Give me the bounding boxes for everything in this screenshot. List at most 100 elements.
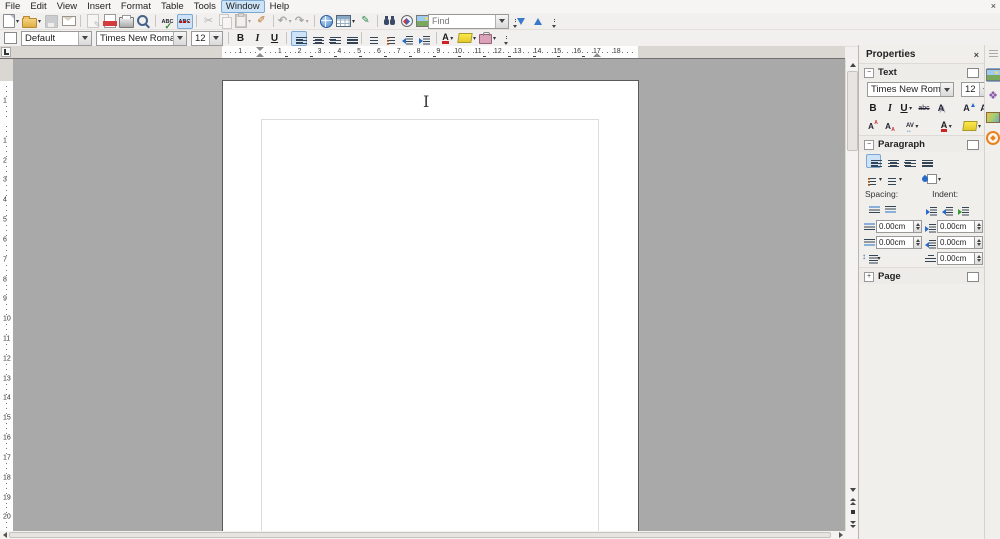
insert-table-button[interactable]: ▾ [335, 14, 357, 29]
vertical-scrollbar[interactable] [845, 59, 859, 531]
menu-edit[interactable]: Edit [25, 0, 51, 13]
menu-file[interactable]: File [0, 0, 25, 13]
print-button[interactable] [119, 14, 135, 29]
page-preview-button[interactable] [136, 14, 152, 29]
chevron-down-icon[interactable]: ▾ [908, 105, 914, 112]
chevron-down-icon[interactable]: ▾ [914, 123, 920, 130]
chevron-down-icon[interactable]: ▾ [898, 176, 904, 183]
text-more-options-button[interactable] [967, 67, 979, 78]
horizontal-scrollbar-thumb[interactable] [9, 532, 831, 538]
increase-indent-button[interactable] [417, 31, 433, 46]
chevron-down-icon[interactable]: ▾ [947, 123, 953, 130]
character-spacing-button[interactable]: AV▾ [906, 119, 921, 134]
text-collapse-box[interactable]: − [864, 67, 874, 78]
stepper-icon[interactable] [974, 236, 983, 249]
chevron-down-icon[interactable] [173, 31, 186, 45]
sb-align-justified-button[interactable] [917, 154, 933, 168]
font-name-combo[interactable]: Times New Roman [96, 30, 187, 46]
stepper-icon[interactable] [913, 220, 922, 233]
left-indent-marker[interactable] [256, 53, 264, 57]
text-section-header[interactable]: − Text [859, 63, 985, 80]
vertical-scrollbar-thumb[interactable] [847, 71, 858, 151]
formatting-toolbar-options-button[interactable] [499, 31, 515, 46]
paragraph-section-header[interactable]: − Paragraph [859, 135, 985, 152]
sidebar-close-button[interactable]: × [974, 50, 979, 60]
chevron-down-icon[interactable] [78, 31, 91, 45]
menu-format[interactable]: Format [116, 0, 156, 13]
tab-properties[interactable] [985, 68, 1000, 82]
sb-align-right-button[interactable] [900, 154, 916, 168]
tab-gallery[interactable] [986, 110, 1000, 124]
tab-navigator[interactable] [986, 131, 1000, 145]
menu-tools[interactable]: Tools [189, 0, 221, 13]
menu-insert[interactable]: Insert [82, 0, 116, 13]
draw-functions-button[interactable]: ✎ [358, 14, 374, 29]
highlighting-button[interactable]: ▾ [456, 31, 478, 46]
scroll-left-button[interactable] [0, 531, 9, 539]
paragraph-more-options-button[interactable] [967, 139, 979, 150]
page-expand-box[interactable]: + [864, 271, 874, 282]
new-document-button[interactable]: ▾ [2, 14, 21, 29]
background-color-button[interactable]: ▾ [478, 31, 498, 46]
vertical-ruler[interactable]: 1 1 2 3 4 5 6 7 8 9 10 11 12 13 14 15 16 17 18 19 20 [0, 59, 13, 531]
sb-align-left-button[interactable] [865, 154, 882, 168]
chevron-down-icon[interactable]: ▾ [492, 35, 498, 42]
sidebar-font-name-combo[interactable]: Times New Roman [867, 82, 954, 97]
find-toolbar-options-button[interactable] [547, 14, 563, 29]
find-previous-button[interactable] [530, 14, 546, 29]
align-right-button[interactable] [325, 31, 341, 46]
scroll-right-button[interactable] [836, 531, 845, 539]
bold-button[interactable]: B [233, 31, 249, 46]
close-document-button[interactable]: × [991, 2, 996, 11]
decrease-indent-button[interactable] [400, 31, 416, 46]
sb-font-color-button[interactable]: A ▾ [940, 119, 955, 133]
chevron-down-icon[interactable]: ▾ [351, 18, 357, 25]
chevron-down-icon[interactable]: ▾ [304, 18, 310, 25]
first-line-indent-marker[interactable] [256, 47, 264, 51]
sb-bold-button[interactable]: B [866, 101, 881, 115]
sb-strikethrough-button[interactable]: abc [917, 101, 932, 115]
bulleted-list-button[interactable] [383, 31, 399, 46]
sb-underline-button[interactable]: U ▾ [900, 101, 915, 115]
indent-before-field[interactable] [937, 220, 983, 233]
open-button[interactable]: ▾ [21, 14, 43, 29]
spelling-button[interactable]: ABC [160, 14, 176, 32]
chevron-down-icon[interactable]: ▾ [977, 123, 983, 130]
chevron-down-icon[interactable]: ▾ [937, 176, 943, 183]
sb-decrease-indent-button[interactable] [940, 202, 955, 216]
increase-spacing-button[interactable] [866, 202, 881, 216]
sb-increase-indent-button[interactable] [924, 202, 939, 216]
stepper-icon[interactable] [913, 236, 922, 249]
font-size-combo[interactable]: 12 [191, 30, 223, 46]
italic-button[interactable]: I [250, 31, 266, 46]
menu-view[interactable]: View [52, 0, 82, 13]
chevron-down-icon[interactable]: ▾ [472, 35, 478, 42]
chevron-down-icon[interactable]: ▾ [37, 18, 43, 25]
sb-align-center-button[interactable] [883, 154, 899, 168]
tab-stop-selector[interactable] [1, 47, 11, 57]
sidebar-settings-button[interactable] [986, 47, 1000, 61]
spacing-above-field[interactable] [876, 220, 922, 233]
paragraph-style-combo[interactable]: Default [21, 30, 92, 46]
grow-font-button[interactable]: A [962, 101, 977, 115]
font-color-button[interactable]: A ▾ [441, 31, 457, 46]
navigator-button[interactable] [399, 14, 415, 29]
chevron-down-icon[interactable] [940, 83, 953, 96]
paragraph-background-button[interactable]: ▾ [921, 172, 943, 186]
line-spacing-button[interactable]: ▾ [876, 255, 922, 262]
page-section-header[interactable]: + Page [859, 267, 985, 284]
indent-after-field[interactable] [937, 236, 983, 249]
horizontal-ruler[interactable]: 1 1 2 3 4 5 6 7 8 9 10 11 12 13 14 15 16 17 18 [13, 46, 845, 59]
chevron-down-icon[interactable] [209, 31, 222, 45]
chevron-down-icon[interactable]: ▾ [287, 18, 293, 25]
paragraph-collapse-box[interactable]: − [864, 139, 874, 150]
sb-italic-button[interactable]: I [883, 101, 898, 115]
chevron-down-icon[interactable]: ▾ [15, 18, 21, 25]
chevron-down-icon[interactable]: ▾ [878, 176, 884, 183]
chevron-down-icon[interactable]: ▾ [449, 35, 455, 42]
find-input[interactable] [429, 16, 495, 26]
document-canvas[interactable]: I [13, 59, 845, 531]
stepper-icon[interactable] [974, 252, 983, 265]
menu-help[interactable]: Help [265, 0, 295, 13]
chevron-down-icon[interactable] [495, 14, 508, 28]
